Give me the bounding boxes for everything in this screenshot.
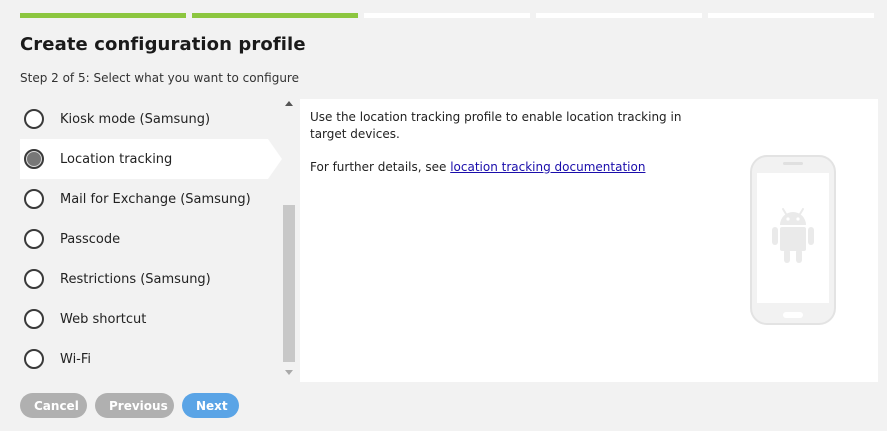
option-label: Wi-Fi xyxy=(60,351,92,367)
option-web-shortcut[interactable]: Web shortcut xyxy=(20,299,282,339)
radio-button[interactable] xyxy=(24,229,44,249)
page-title: Create configuration profile xyxy=(20,34,306,55)
progress-step-3 xyxy=(364,13,530,18)
progress-step-4 xyxy=(536,13,702,18)
wizard-actions: Cancel Previous Next xyxy=(20,393,239,418)
scroll-thumb[interactable] xyxy=(283,205,295,362)
step-subtitle: Step 2 of 5: Select what you want to con… xyxy=(20,71,299,85)
list-scrollbar[interactable] xyxy=(283,101,295,377)
option-restrictions[interactable]: Restrictions (Samsung) xyxy=(20,259,282,299)
scroll-down-arrow-icon[interactable] xyxy=(285,370,293,375)
configuration-options-list: Kiosk mode (Samsung) Location tracking M… xyxy=(20,99,282,379)
cancel-button[interactable]: Cancel xyxy=(20,393,87,418)
radio-button[interactable] xyxy=(24,109,44,129)
radio-button[interactable] xyxy=(24,189,44,209)
step-progress-bar xyxy=(20,13,874,18)
scroll-up-arrow-icon[interactable] xyxy=(285,101,293,106)
option-detail-panel: Use the location tracking profile to ena… xyxy=(300,99,878,382)
radio-button[interactable] xyxy=(24,309,44,329)
option-label: Kiosk mode (Samsung) xyxy=(60,111,211,127)
option-label: Restrictions (Samsung) xyxy=(60,271,211,287)
option-wifi[interactable]: Wi-Fi xyxy=(20,339,282,379)
progress-step-5 xyxy=(708,13,874,18)
documentation-link[interactable]: location tracking documentation xyxy=(450,160,645,174)
option-label: Web shortcut xyxy=(60,311,147,327)
radio-button[interactable] xyxy=(24,269,44,289)
option-description: Use the location tracking profile to ena… xyxy=(310,110,682,141)
radio-button-selected[interactable] xyxy=(24,149,44,169)
details-prefix: For further details, see xyxy=(310,160,451,174)
android-phone-icon xyxy=(750,155,836,329)
previous-button[interactable]: Previous xyxy=(95,393,174,418)
details-line: For further details, see location tracki… xyxy=(310,160,645,174)
option-kiosk-mode[interactable]: Kiosk mode (Samsung) xyxy=(20,99,282,139)
progress-step-2 xyxy=(192,13,358,18)
option-label: Passcode xyxy=(60,231,121,247)
option-location-tracking[interactable]: Location tracking xyxy=(20,139,282,179)
option-passcode[interactable]: Passcode xyxy=(20,219,282,259)
option-label: Mail for Exchange (Samsung) xyxy=(60,191,251,207)
next-button[interactable]: Next xyxy=(182,393,239,418)
option-label: Location tracking xyxy=(60,151,173,167)
progress-step-1 xyxy=(20,13,186,18)
radio-button[interactable] xyxy=(24,349,44,369)
option-mail-for-exchange[interactable]: Mail for Exchange (Samsung) xyxy=(20,179,282,219)
